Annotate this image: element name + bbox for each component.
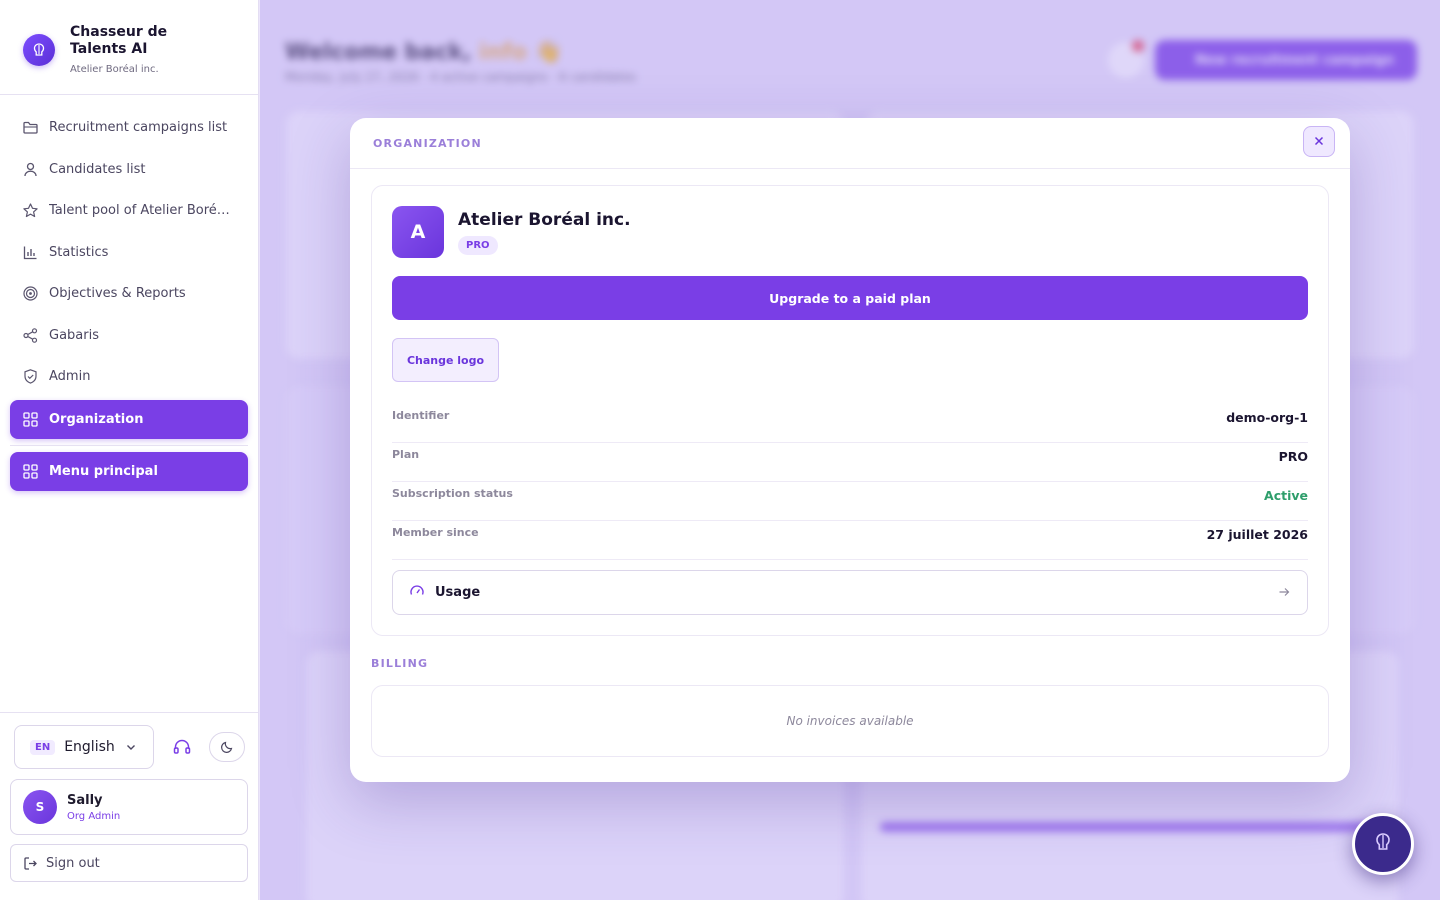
sidebar-item-label: Talent pool of Atelier Boréal inc. <box>49 203 234 219</box>
brain-logo-icon <box>23 34 55 66</box>
billing-card: No invoices available <box>371 685 1329 757</box>
sign-out-label: Sign out <box>46 855 100 871</box>
sidebar-item-campaigns[interactable]: Recruitment campaigns list <box>0 107 258 149</box>
info-value: demo-org-1 <box>1226 410 1308 425</box>
sidebar-nav: Recruitment campaigns list Candidates li… <box>0 95 258 491</box>
shield-icon <box>22 368 39 385</box>
sidebar-item-candidates[interactable]: Candidates list <box>0 149 258 191</box>
info-value: 27 juillet 2026 <box>1206 527 1308 542</box>
info-row-subscription-status: Subscription status Active <box>392 482 1308 521</box>
bar-chart-icon <box>22 244 39 261</box>
gauge-icon <box>409 583 425 603</box>
headset-icon[interactable] <box>171 736 193 758</box>
sidebar-item-label: Admin <box>49 369 91 385</box>
user-role: Org Admin <box>67 810 121 822</box>
share-icon <box>22 327 39 344</box>
sidebar-item-gabaris[interactable]: Gabaris <box>0 315 258 357</box>
modal-title: ORGANIZATION <box>373 136 482 150</box>
target-icon <box>22 285 39 302</box>
logout-icon <box>23 856 38 871</box>
language-name: English <box>64 739 115 755</box>
status-value: Active <box>1264 488 1308 503</box>
sidebar-item-talent-pool[interactable]: Talent pool of Atelier Boréal inc. <box>0 190 258 232</box>
organization-card: A Atelier Boréal inc. PRO Upgrade to a p… <box>371 185 1329 636</box>
brand-header: Chasseur de Talents AI Atelier Boréal in… <box>0 0 258 95</box>
sidebar-item-label: Menu principal <box>49 463 158 479</box>
billing-title: BILLING <box>371 657 429 670</box>
info-value: PRO <box>1278 449 1308 464</box>
folder-icon <box>22 119 39 136</box>
info-row-plan: Plan PRO <box>392 443 1308 482</box>
close-icon <box>1313 132 1325 151</box>
sidebar-item-label: Gabaris <box>49 327 99 343</box>
info-label: Plan <box>392 448 420 461</box>
org-name-subtitle: Atelier Boréal inc. <box>70 64 159 75</box>
sidebar-item-label: Candidates list <box>49 161 146 177</box>
sidebar-item-label: Statistics <box>49 244 109 260</box>
sidebar-footer: EN English S Sally Org Admin Sign out <box>0 712 258 900</box>
moon-icon[interactable] <box>209 732 245 762</box>
grid-icon <box>22 463 39 480</box>
info-label: Subscription status <box>392 487 513 500</box>
sidebar: Chasseur de Talents AI Atelier Boréal in… <box>0 0 259 900</box>
user-name: Sally <box>67 792 103 808</box>
plan-badge: PRO <box>458 236 498 255</box>
close-button[interactable] <box>1303 126 1335 157</box>
sidebar-item-admin[interactable]: Admin <box>0 356 258 398</box>
sidebar-item-label: Objectives & Reports <box>49 286 186 302</box>
nav-divider <box>10 444 248 446</box>
usage-button[interactable]: Usage <box>392 570 1308 615</box>
sidebar-item-organization[interactable]: Organization <box>10 399 248 439</box>
language-select[interactable]: EN English <box>14 725 154 769</box>
sidebar-item-label: Recruitment campaigns list <box>49 120 228 136</box>
chevron-down-icon <box>125 741 137 753</box>
grid-icon <box>22 411 39 428</box>
brain-icon <box>1372 831 1394 857</box>
info-label: Member since <box>392 526 479 539</box>
change-logo-button[interactable]: Change logo <box>392 338 499 382</box>
sign-out-button[interactable]: Sign out <box>10 844 248 882</box>
arrow-right-icon <box>1277 585 1291 599</box>
star-icon <box>22 202 39 219</box>
org-name: Atelier Boréal inc. <box>458 210 631 230</box>
user-card[interactable]: S Sally Org Admin <box>10 779 248 835</box>
info-label: Identifier <box>392 409 450 422</box>
sidebar-item-label: Organization <box>49 411 144 427</box>
info-row-identifier: Identifier demo-org-1 <box>392 404 1308 443</box>
info-row-member-since: Member since 27 juillet 2026 <box>392 521 1308 560</box>
user-icon <box>22 161 39 178</box>
upgrade-button[interactable]: Upgrade to a paid plan <box>392 276 1308 320</box>
org-avatar: A <box>392 206 444 258</box>
organization-modal: ORGANIZATION A Atelier Boréal inc. PRO U… <box>350 118 1350 782</box>
sidebar-item-main-menu[interactable]: Menu principal <box>10 451 248 491</box>
assistant-button[interactable] <box>1352 813 1414 875</box>
app-name: Chasseur de Talents AI <box>70 24 168 57</box>
avatar: S <box>23 790 57 824</box>
usage-label: Usage <box>435 585 481 600</box>
sidebar-item-objectives[interactable]: Objectives & Reports <box>0 273 258 315</box>
sidebar-item-statistics[interactable]: Statistics <box>0 232 258 274</box>
modal-header: ORGANIZATION <box>350 118 1350 169</box>
language-code: EN <box>30 739 56 755</box>
billing-empty-text: No invoices available <box>786 714 914 728</box>
